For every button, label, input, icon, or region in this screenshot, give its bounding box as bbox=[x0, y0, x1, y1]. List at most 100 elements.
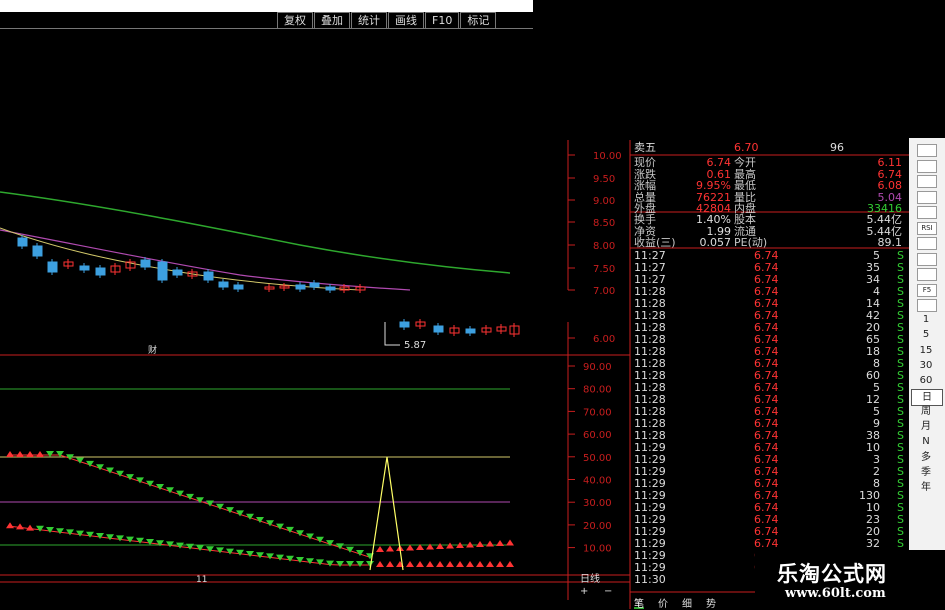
chart-icon[interactable] bbox=[917, 144, 937, 157]
watermark-title: 乐淘公式网 bbox=[777, 562, 887, 586]
up-arrow bbox=[386, 545, 394, 552]
candle-body bbox=[309, 282, 320, 288]
tick-time: 11:28 bbox=[634, 405, 666, 418]
candle-body bbox=[233, 284, 244, 290]
tick-time: 11:28 bbox=[634, 309, 666, 322]
down-arrow bbox=[316, 559, 324, 566]
globe-icon[interactable] bbox=[917, 237, 937, 250]
candle-body bbox=[203, 271, 214, 281]
tab-trend[interactable]: 势 bbox=[706, 595, 716, 610]
f10-icon[interactable] bbox=[917, 175, 937, 188]
period-30[interactable]: 30 bbox=[911, 358, 941, 373]
price-axis-ticks: 10.00 9.50 9.00 8.50 8.00 7.50 7.00 6.00 bbox=[568, 151, 622, 345]
tick-price: 6.74 bbox=[754, 453, 779, 466]
tick-time: 11:28 bbox=[634, 381, 666, 394]
down-arrow bbox=[226, 548, 234, 555]
move-icon[interactable] bbox=[917, 252, 937, 266]
down-arrow bbox=[186, 543, 194, 550]
tick-volume: 9 bbox=[873, 417, 880, 430]
period-1[interactable]: 1 bbox=[911, 312, 941, 327]
tab-trades[interactable]: 笔 bbox=[634, 595, 644, 610]
price-tick-label: 10.00 bbox=[593, 151, 622, 162]
tick-side: S bbox=[897, 261, 904, 274]
period-label[interactable]: 日线 bbox=[580, 572, 600, 585]
quote-row: 换手 1.40% 股本 5.44亿 bbox=[634, 214, 906, 226]
down-arrow bbox=[236, 549, 244, 556]
tick-side: S bbox=[897, 501, 904, 514]
quote-label: 股本 bbox=[734, 213, 756, 226]
table-icon[interactable] bbox=[917, 206, 937, 219]
tick-time: 11:28 bbox=[634, 333, 666, 346]
rsi-icon[interactable]: RSI bbox=[917, 221, 937, 235]
quote-value: 6.74 bbox=[706, 156, 732, 169]
grid-icon[interactable] bbox=[917, 299, 937, 312]
finance-marker[interactable]: 财 bbox=[148, 344, 157, 356]
up-arrow bbox=[466, 561, 474, 567]
tick-time: 11:29 bbox=[634, 525, 666, 538]
down-arrow bbox=[36, 525, 44, 532]
tick-volume: 20 bbox=[866, 321, 880, 334]
up-arrow bbox=[476, 561, 484, 567]
indicator-tick-label: 10.00 bbox=[583, 544, 612, 555]
candle-body bbox=[157, 261, 168, 281]
quote-label: 最高 bbox=[734, 167, 756, 181]
period-N[interactable]: N bbox=[911, 434, 941, 449]
down-arrow bbox=[86, 531, 94, 538]
tick-side: S bbox=[897, 249, 904, 262]
candle-icon[interactable] bbox=[917, 159, 937, 173]
indicator-tick-label: 20.00 bbox=[583, 521, 612, 532]
down-arrow bbox=[46, 527, 54, 533]
tick-price: 6.74 bbox=[754, 333, 779, 346]
info-icon[interactable] bbox=[917, 268, 937, 281]
ma-yellow-line bbox=[0, 227, 361, 291]
tick-price: 6.74 bbox=[754, 261, 779, 274]
period-季[interactable]: 季 bbox=[911, 465, 941, 480]
period-年[interactable]: 年 bbox=[911, 480, 941, 495]
period-15[interactable]: 15 bbox=[911, 343, 941, 358]
tick-time: 11:28 bbox=[634, 369, 666, 382]
period-周[interactable]: 周 bbox=[911, 404, 941, 419]
tick-price: 6.74 bbox=[754, 513, 779, 526]
quote-fundamentals: 换手 1.40% 股本 5.44亿 净资 1.99 流通 5.44亿 收益(三) 0.057 PE(… bbox=[634, 214, 906, 249]
tick-volume: 60 bbox=[866, 369, 880, 382]
tick-time: 11:30 bbox=[634, 573, 666, 586]
candle-body bbox=[433, 325, 444, 333]
scroll-minus-button[interactable]: − bbox=[604, 586, 612, 597]
quote-label: 换手 bbox=[634, 213, 656, 226]
fx-icon[interactable] bbox=[917, 190, 937, 204]
tick-side: S bbox=[897, 405, 904, 418]
tick-price: 6.74 bbox=[754, 273, 779, 286]
period-多[interactable]: 多 bbox=[911, 450, 941, 465]
tick-side: S bbox=[897, 297, 904, 310]
sell5-label: 卖五 bbox=[634, 141, 656, 154]
tick-price: 6.74 bbox=[754, 309, 779, 322]
quote-label: 净资 bbox=[634, 224, 656, 238]
tick-time: 11:29 bbox=[634, 501, 666, 514]
scroll-plus-button[interactable]: + bbox=[580, 586, 588, 597]
down-arrow bbox=[196, 545, 204, 551]
tick-side: S bbox=[897, 333, 904, 346]
tick-side: S bbox=[897, 441, 904, 454]
tick-time: 11:29 bbox=[634, 489, 666, 502]
price-tick-label: 9.50 bbox=[593, 174, 615, 185]
period-5[interactable]: 5 bbox=[911, 327, 941, 342]
down-arrow bbox=[46, 451, 54, 457]
period-月[interactable]: 月 bbox=[911, 419, 941, 434]
up-arrow bbox=[486, 540, 494, 547]
tick-time: 11:27 bbox=[634, 249, 666, 262]
up-arrow bbox=[386, 561, 394, 567]
sell5-volume: 96 bbox=[830, 141, 844, 154]
period-60[interactable]: 60 bbox=[911, 373, 941, 388]
candle-body bbox=[399, 321, 410, 328]
down-arrow bbox=[106, 534, 114, 541]
down-arrow bbox=[296, 557, 304, 563]
tick-side: S bbox=[897, 285, 904, 298]
tab-prices[interactable]: 价 bbox=[658, 595, 668, 610]
tick-side: S bbox=[897, 477, 904, 490]
candle-body bbox=[95, 267, 106, 276]
tab-details[interactable]: 细 bbox=[682, 595, 692, 610]
detail-tabs: 笔 价 细 势 bbox=[634, 595, 754, 610]
f5-icon[interactable]: F5 bbox=[917, 283, 937, 297]
up-arrow bbox=[426, 561, 434, 567]
tick-side: S bbox=[897, 417, 904, 430]
